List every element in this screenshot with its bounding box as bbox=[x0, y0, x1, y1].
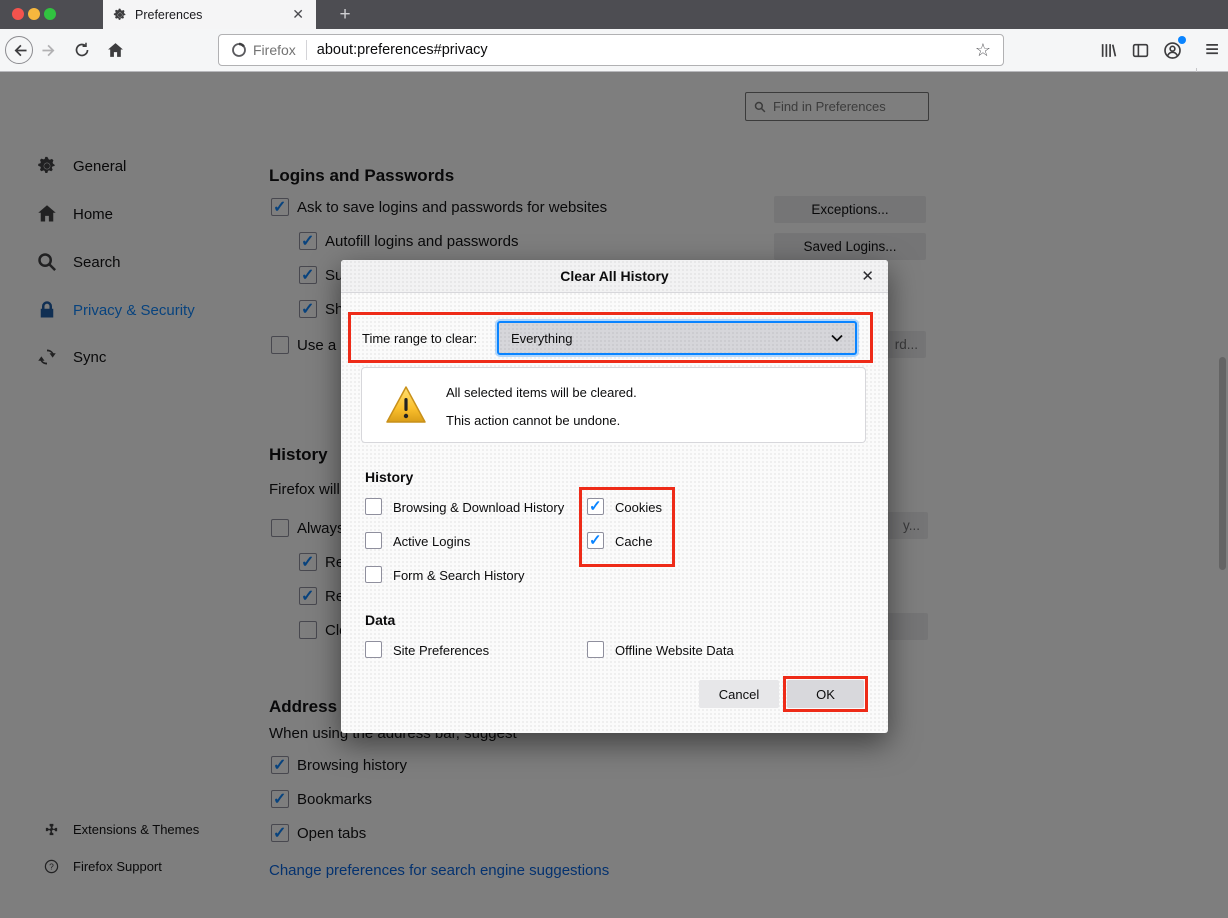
label-active-logins: Active Logins bbox=[393, 534, 470, 549]
firefox-brand: Firefox bbox=[219, 42, 306, 58]
checkbox-site-preferences[interactable] bbox=[365, 641, 382, 658]
tab-close-icon[interactable]: ✕ bbox=[290, 6, 306, 23]
warning-panel: All selected items will be cleared. This… bbox=[361, 367, 866, 443]
sidebar-toggle-icon[interactable] bbox=[1129, 39, 1151, 61]
navigation-toolbar: Firefox about:preferences#privacy ☆ ≡ bbox=[0, 29, 1228, 72]
back-button[interactable] bbox=[5, 36, 33, 64]
account-icon[interactable] bbox=[1161, 39, 1183, 61]
checkbox-browsing-download-history[interactable] bbox=[365, 498, 382, 515]
library-icon[interactable] bbox=[1097, 39, 1119, 61]
label-browsing-download-history: Browsing & Download History bbox=[393, 500, 564, 515]
clear-all-history-dialog: Clear All History ✕ Time range to clear:… bbox=[341, 260, 888, 733]
tab-title: Preferences bbox=[135, 8, 290, 22]
checkbox-active-logins[interactable] bbox=[365, 532, 382, 549]
time-range-dropdown[interactable]: Everything bbox=[497, 321, 857, 355]
minimize-window-button[interactable] bbox=[28, 8, 40, 20]
url-bar[interactable]: Firefox about:preferences#privacy ☆ bbox=[218, 34, 1004, 66]
menu-hamburger-icon[interactable]: ≡ bbox=[1200, 36, 1224, 64]
dialog-header: Clear All History ✕ bbox=[341, 260, 888, 293]
dialog-history-heading: History bbox=[365, 469, 413, 485]
dialog-title: Clear All History bbox=[560, 268, 668, 284]
label-cookies: Cookies bbox=[615, 500, 662, 515]
preferences-page: General Home Search Privacy & Security S… bbox=[0, 72, 1228, 918]
reload-icon[interactable] bbox=[70, 38, 94, 62]
bookmark-star-icon[interactable]: ☆ bbox=[975, 40, 1003, 61]
browser-window: Preferences ✕ + Firefox about:prefere bbox=[0, 0, 1228, 918]
gear-icon bbox=[113, 8, 127, 22]
label-offline-website-data: Offline Website Data bbox=[615, 643, 734, 658]
time-range-label: Time range to clear: bbox=[362, 331, 477, 346]
label-cache: Cache bbox=[615, 534, 653, 549]
dialog-data-heading: Data bbox=[365, 612, 395, 628]
new-tab-button[interactable]: + bbox=[330, 0, 360, 29]
firefox-logo-icon bbox=[231, 42, 247, 58]
label-form-search-history: Form & Search History bbox=[393, 568, 524, 583]
home-icon[interactable] bbox=[103, 38, 127, 62]
checkbox-offline-website-data[interactable] bbox=[587, 641, 604, 658]
close-icon[interactable]: ✕ bbox=[861, 267, 874, 285]
tab-preferences[interactable]: Preferences ✕ bbox=[103, 0, 316, 29]
zoom-window-button[interactable] bbox=[44, 8, 56, 20]
checkbox-cookies[interactable] bbox=[587, 498, 604, 515]
chevron-down-icon bbox=[831, 334, 843, 342]
checkbox-cache[interactable] bbox=[587, 532, 604, 549]
warning-line-1: All selected items will be cleared. bbox=[446, 385, 637, 400]
time-range-value: Everything bbox=[511, 331, 572, 346]
account-notification-badge bbox=[1178, 36, 1186, 44]
checkbox-form-search-history[interactable] bbox=[365, 566, 382, 583]
tab-bar: Preferences ✕ + bbox=[0, 0, 1228, 29]
forward-button[interactable] bbox=[38, 38, 60, 62]
ok-button[interactable]: OK bbox=[787, 680, 864, 708]
warning-icon bbox=[384, 384, 428, 426]
cancel-button[interactable]: Cancel bbox=[699, 680, 779, 708]
close-window-button[interactable] bbox=[12, 8, 24, 20]
warning-line-2: This action cannot be undone. bbox=[446, 413, 620, 428]
url-text[interactable]: about:preferences#privacy bbox=[307, 42, 975, 58]
label-site-preferences: Site Preferences bbox=[393, 643, 489, 658]
